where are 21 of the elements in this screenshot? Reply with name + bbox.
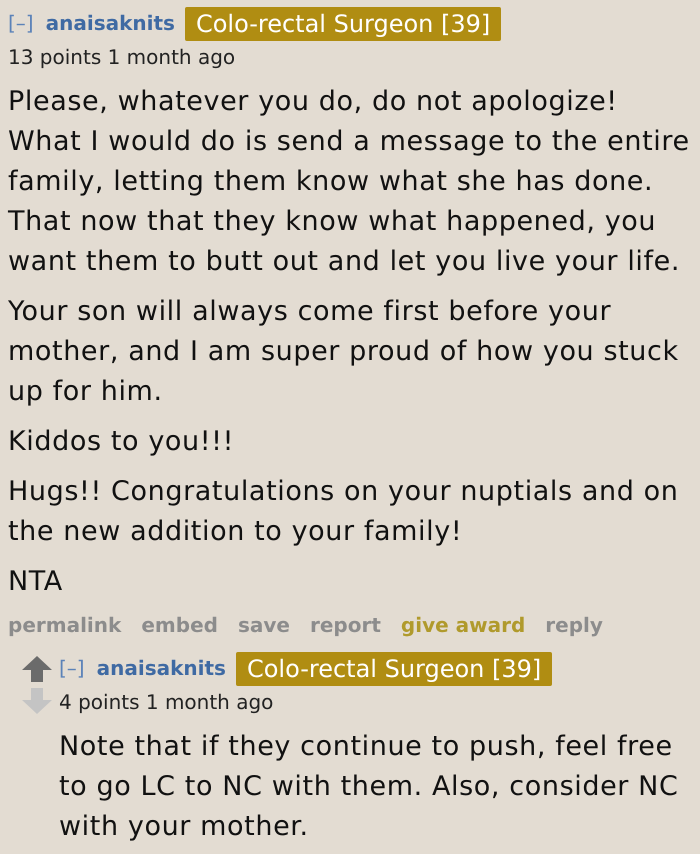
comment-paragraph: Your son will always come first before your mother, and I am super proud of how you stuck up for him. — [8, 295, 680, 409]
collapse-toggle[interactable]: [–] — [8, 7, 34, 39]
comment-paragraph: Please, whatever you do, do not apologize! What I would do is send a message to the entire family, letting them know what she has done. That now that they know what happened, you want them to butt out and let you live your life. — [8, 85, 691, 279]
comment-meta: 4 points 1 month ago — [59, 690, 274, 714]
comment-meta: 13 points 1 month ago — [8, 45, 236, 69]
comment-action-link[interactable]: embed — [141, 610, 218, 640]
username-link[interactable]: anaisaknits — [46, 11, 175, 35]
comment-action-link[interactable]: report — [310, 610, 381, 640]
user-flair: Colo-rectal Surgeon [39] — [236, 652, 552, 686]
comment-paragraph: Kiddos to you!!! — [8, 425, 236, 459]
comment-action-link[interactable]: reply — [545, 610, 603, 640]
comment-action-link[interactable]: save — [238, 610, 290, 640]
user-flair: Colo-rectal Surgeon [39] — [184, 7, 502, 41]
comment-paragraph: Note that if they continue to push, feel free to go LC to NC with them. Also, consider NC with your mother. — [59, 730, 680, 844]
collapse-toggle[interactable]: [–] — [59, 652, 85, 684]
comment-action-link[interactable]: permalink — [8, 610, 122, 640]
comment-paragraph: NTA — [8, 565, 64, 599]
comment-paragraph: Hugs!! Congratulations on your nuptials and on the new addition to your family! — [8, 475, 680, 549]
upvote-arrow-icon[interactable] — [22, 656, 52, 682]
give-award-link[interactable]: give award — [400, 610, 526, 640]
username-link[interactable]: anaisaknits — [96, 656, 226, 680]
